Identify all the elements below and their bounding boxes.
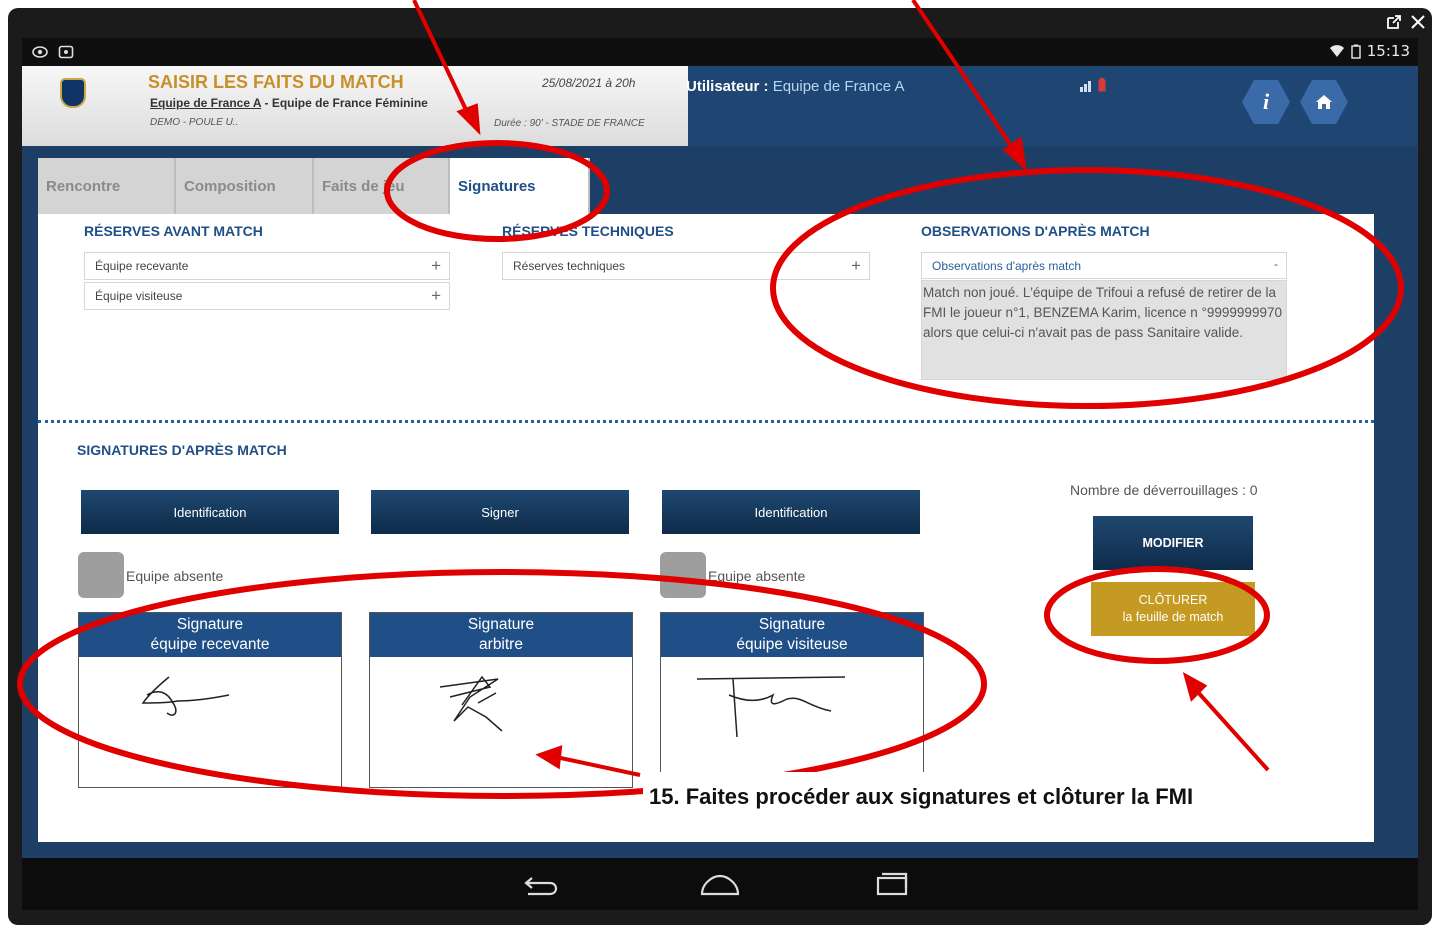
back-icon[interactable] (522, 872, 562, 898)
signer-referee-button[interactable]: Signer (371, 490, 629, 534)
sig-ref-line1: Signature (467, 616, 535, 633)
section-divider (38, 420, 1374, 423)
eye-icon (32, 46, 48, 58)
signature-referee-pad[interactable]: Signature arbitre (369, 612, 633, 788)
tab-composition[interactable]: Composition (176, 158, 314, 214)
away-absent-checkbox[interactable] (660, 552, 706, 598)
home-team-link[interactable]: Equipe de France A (150, 96, 261, 110)
cloturer-button[interactable]: CLÔTURER la feuille de match (1091, 582, 1255, 636)
add-icon[interactable]: + (431, 286, 441, 306)
screen-record-icon (58, 45, 74, 59)
observations-textarea[interactable]: Match non joué. L'équipe de Trifoui a re… (921, 280, 1287, 380)
android-status-bar: 15:13 (22, 38, 1418, 66)
info-icon: i (1262, 89, 1270, 114)
equipe-visiteuse-label: Équipe visiteuse (95, 289, 183, 303)
sig-away-line1: Signature (758, 616, 826, 633)
signature-home-drawing (141, 676, 230, 716)
signature-away-drawing (696, 676, 846, 738)
add-icon[interactable]: + (851, 256, 861, 276)
signature-referee-drawing (439, 675, 503, 732)
app-header: SAISIR LES FAITS DU MATCH Equipe de Fran… (22, 66, 1418, 146)
clock: 15:13 (1366, 42, 1410, 60)
observations-header[interactable]: Observations d'après match - (921, 252, 1287, 279)
android-nav-bar (22, 858, 1418, 910)
close-icon[interactable] (1410, 14, 1426, 30)
identification-home-button[interactable]: Identification (81, 490, 339, 534)
signal-bars-icon (1080, 81, 1091, 92)
tab-bar: Rencontre Composition Faits de jeu Signa… (38, 158, 590, 214)
reserves-avant-title: RÉSERVES AVANT MATCH (84, 223, 263, 239)
modifier-button[interactable]: MODIFIER (1093, 516, 1253, 570)
identification-away-button[interactable]: Identification (662, 490, 920, 534)
match-date: 25/08/2021 à 20h (542, 76, 636, 90)
signatures-panel: RÉSERVES AVANT MATCH RÉSERVES TECHNIQUES… (38, 214, 1374, 842)
signature-home-pad[interactable]: Signature équipe recevante (78, 612, 342, 788)
window-controls (1386, 14, 1426, 30)
low-battery-icon (1098, 78, 1106, 92)
sig-away-line2: équipe visiteuse (736, 636, 848, 653)
sig-ref-line2: arbitre (479, 636, 523, 653)
match-duration: Durée : 90' - STADE DE FRANCE (494, 118, 645, 129)
reserves-techniques-label: Réserves techniques (513, 259, 626, 273)
user-value: Equipe de France A (772, 78, 905, 95)
home-absent-checkbox[interactable] (78, 552, 124, 598)
signature-away-pad[interactable]: Signature équipe visiteuse (660, 612, 924, 788)
signature-away-header: Signature équipe visiteuse (661, 613, 923, 657)
home-nav-icon[interactable] (698, 872, 742, 898)
signature-home-header: Signature équipe recevante (79, 613, 341, 657)
popout-icon[interactable] (1386, 14, 1402, 30)
screenshot: 15:13 SAISIR LES FAITS DU MATCH Equipe d… (0, 0, 1440, 933)
tab-signatures[interactable]: Signatures (450, 158, 590, 214)
away-team: Equipe de France Féminine (271, 96, 428, 110)
sig-home-line2: équipe recevante (150, 636, 270, 653)
competition-label: DEMO - POULE U.. (150, 117, 239, 128)
user-info: Utilisateur : Equipe de France A (686, 78, 904, 95)
teams-separator: - (261, 96, 272, 110)
tab-rencontre[interactable]: Rencontre (38, 158, 176, 214)
battery-icon (1351, 44, 1361, 59)
reserves-techniques-field[interactable]: Réserves techniques + (502, 252, 870, 280)
observations-head-label: Observations d'après match (932, 259, 1082, 273)
match-teams: Equipe de France A - Equipe de France Fé… (150, 96, 428, 110)
cloturer-line2: la feuille de match (1122, 610, 1224, 624)
recents-icon[interactable] (874, 870, 910, 898)
reserves-tech-title: RÉSERVES TECHNIQUES (502, 223, 674, 239)
signatures-title: SIGNATURES D'APRÈS MATCH (77, 442, 287, 458)
equipe-visiteuse-field[interactable]: Équipe visiteuse + (84, 282, 450, 310)
signature-referee-header: Signature arbitre (370, 613, 632, 657)
away-absent-label: Equipe absente (708, 568, 806, 584)
equipe-recevante-label: Équipe recevante (95, 259, 189, 273)
fff-logo (60, 78, 86, 108)
unlock-count: Nombre de déverrouillages : 0 (1070, 482, 1258, 498)
observations-title: OBSERVATIONS D'APRÈS MATCH (921, 223, 1150, 239)
collapse-icon[interactable]: - (1274, 257, 1278, 271)
page-title: SAISIR LES FAITS DU MATCH (148, 72, 404, 92)
tab-faits-de-jeu[interactable]: Faits de jeu (314, 158, 450, 214)
equipe-recevante-field[interactable]: Équipe recevante + (84, 252, 450, 280)
sig-home-line1: Signature (176, 616, 244, 633)
wifi-icon (1329, 45, 1344, 57)
home-absent-label: Equipe absente (126, 568, 224, 584)
instruction-callout: 15. Faites procéder aux signatures et cl… (643, 772, 1349, 832)
user-label: Utilisateur : (686, 78, 769, 95)
add-icon[interactable]: + (431, 256, 441, 276)
home-icon (1316, 95, 1332, 109)
cloturer-line1: CLÔTURER (1138, 593, 1208, 607)
